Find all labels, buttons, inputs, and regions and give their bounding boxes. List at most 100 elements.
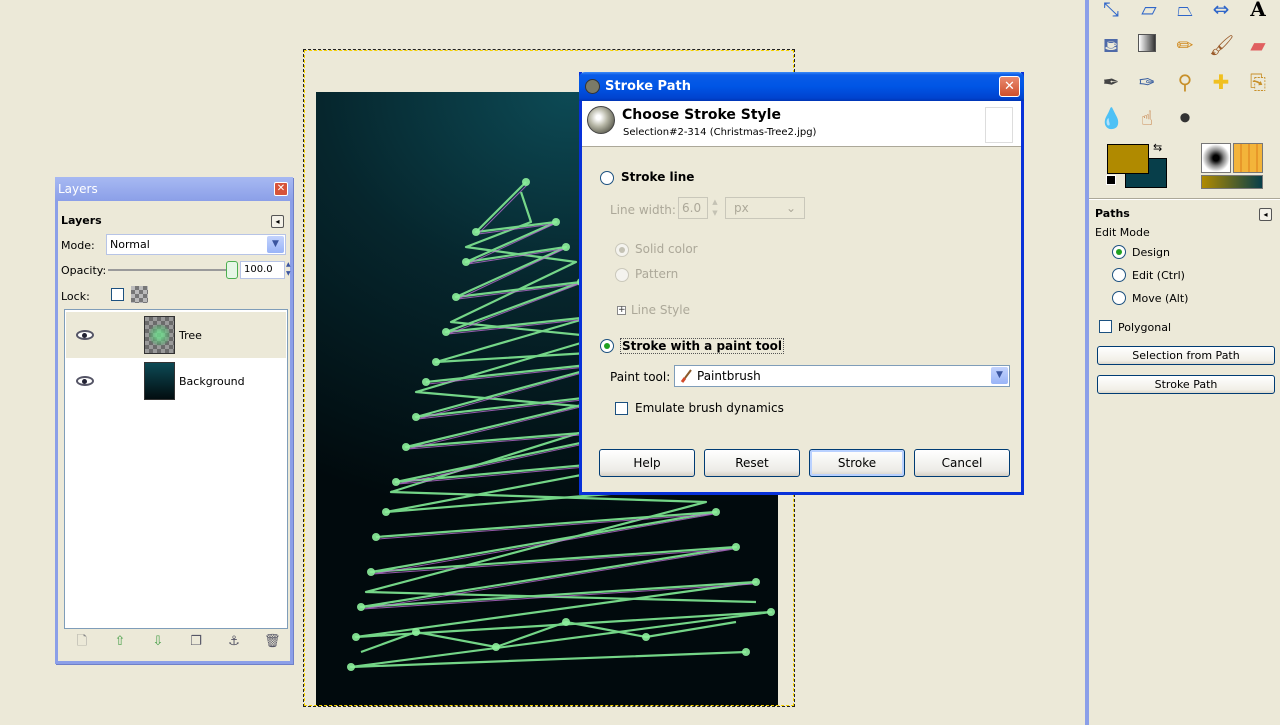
- paint-tool-label: Paint tool:: [610, 370, 671, 384]
- pattern-radio[interactable]: [615, 268, 629, 282]
- stroke-paint-tool-label: Stroke with a paint tool: [620, 338, 785, 354]
- layers-button-bar: 🗋 ⇧ ⇩ ❐ ⚓ 🗑: [68, 634, 288, 654]
- stroke-style-icon: [587, 106, 615, 134]
- paint-tool-select[interactable]: Paintbrush ▼: [674, 365, 1010, 387]
- perspective-clone-icon[interactable]: ⎘: [1246, 70, 1270, 94]
- pattern-preview[interactable]: [1233, 143, 1263, 173]
- blur-tool-icon[interactable]: 💧: [1099, 106, 1124, 130]
- blend-tool-icon[interactable]: [1135, 33, 1159, 57]
- eye-icon[interactable]: [76, 376, 94, 386]
- lock-alpha-checkbox[interactable]: [131, 286, 148, 303]
- paths-options-title: Paths: [1095, 207, 1130, 220]
- pattern-label: Pattern: [635, 267, 679, 281]
- airbrush-icon[interactable]: ✒: [1099, 70, 1123, 94]
- delete-layer-icon[interactable]: 🗑: [264, 634, 281, 650]
- lock-label: Lock:: [61, 290, 90, 303]
- spin-up-icon[interactable]: ▲: [286, 261, 293, 269]
- layers-close-button[interactable]: ✕: [274, 182, 288, 196]
- line-width-input[interactable]: 6.0: [678, 197, 708, 219]
- stroke-paint-tool-radio[interactable]: [600, 339, 614, 353]
- dialog-title: Stroke Path: [605, 79, 691, 94]
- design-mode-radio[interactable]: [1112, 245, 1126, 259]
- mode-select[interactable]: Normal ▼: [106, 234, 286, 255]
- gradient-preview[interactable]: [1201, 175, 1263, 189]
- stroke-path-button[interactable]: Stroke Path: [1097, 375, 1275, 394]
- gimp-icon: [585, 79, 600, 94]
- opacity-label: Opacity:: [61, 264, 107, 277]
- default-colors-icon[interactable]: [1106, 175, 1118, 187]
- raise-layer-icon[interactable]: ⇧: [112, 634, 128, 650]
- unit-value: px: [734, 201, 749, 215]
- design-mode-label: Design: [1132, 246, 1170, 259]
- perspective-tool-icon[interactable]: ⏢: [1173, 0, 1197, 21]
- spin-down-icon[interactable]: ▼: [286, 270, 293, 278]
- eye-icon[interactable]: [76, 330, 94, 340]
- duplicate-layer-icon[interactable]: ❐: [188, 634, 204, 650]
- lower-layer-icon[interactable]: ⇩: [150, 634, 166, 650]
- opacity-slider-handle[interactable]: [226, 261, 238, 279]
- chevron-down-icon[interactable]: ⌄: [786, 198, 796, 218]
- lock-pixels-checkbox[interactable]: [111, 288, 124, 301]
- expander-plus-icon[interactable]: +: [617, 306, 626, 315]
- layers-titlebar[interactable]: Layers ✕: [55, 177, 293, 201]
- edit-mode-radio[interactable]: [1112, 268, 1126, 282]
- solid-color-label: Solid color: [635, 242, 698, 256]
- polygonal-checkbox[interactable]: [1099, 320, 1112, 333]
- chevron-down-icon[interactable]: ▼: [267, 236, 284, 253]
- layers-menu-icon[interactable]: ◂: [271, 215, 284, 228]
- stroke-line-radio[interactable]: [600, 171, 614, 185]
- layer-row-background[interactable]: Background: [66, 358, 286, 404]
- scale-tool-icon[interactable]: ⤡: [1099, 0, 1123, 21]
- header-divider: [582, 146, 1021, 147]
- heal-tool-icon[interactable]: ✚: [1209, 70, 1233, 94]
- swap-colors-icon[interactable]: ⇆: [1153, 141, 1162, 154]
- move-mode-label: Move (Alt): [1132, 292, 1189, 305]
- clone-tool-icon[interactable]: ⚲: [1173, 70, 1197, 94]
- opacity-input[interactable]: 100.0: [240, 261, 285, 279]
- stroke-path-dialog: Stroke Path ✕ Choose Stroke Style Select…: [579, 72, 1024, 495]
- eraser-icon[interactable]: ▰: [1246, 33, 1270, 57]
- cancel-button[interactable]: Cancel: [914, 449, 1010, 477]
- brush-preview[interactable]: [1201, 143, 1231, 173]
- solid-color-radio[interactable]: [615, 243, 629, 257]
- foreground-color-swatch[interactable]: [1107, 144, 1149, 174]
- anchor-layer-icon[interactable]: ⚓: [226, 634, 242, 650]
- emulate-dynamics-checkbox[interactable]: [615, 402, 628, 415]
- opacity-slider[interactable]: [108, 269, 232, 271]
- layer-name: Tree: [179, 329, 202, 342]
- edit-mode-option-label: Edit (Ctrl): [1132, 269, 1185, 282]
- tool-options-menu-icon[interactable]: ◂: [1259, 208, 1272, 221]
- help-button[interactable]: Help: [599, 449, 695, 477]
- shear-tool-icon[interactable]: ▱: [1137, 0, 1161, 21]
- layers-tab-title: Layers: [61, 214, 102, 227]
- pencil-icon[interactable]: ✏: [1173, 33, 1197, 57]
- ink-tool-icon[interactable]: ✑: [1135, 70, 1159, 94]
- layers-dialog: Layers ✕ Layers ◂ Mode: Normal ▼ Opacity…: [55, 177, 293, 664]
- selection-from-path-button[interactable]: Selection from Path: [1097, 346, 1275, 365]
- layer-row-tree[interactable]: Tree: [66, 312, 286, 358]
- unit-select[interactable]: px ⌄: [725, 197, 805, 219]
- dialog-subheading: Selection#2-314 (Christmas-Tree2.jpg): [623, 127, 817, 138]
- dodge-burn-icon[interactable]: ⚫: [1173, 106, 1197, 130]
- new-layer-icon[interactable]: 🗋: [74, 634, 90, 650]
- layer-list: Tree Background: [64, 309, 288, 629]
- paintbrush-icon: [680, 369, 692, 383]
- stroke-button[interactable]: Stroke: [809, 449, 905, 477]
- close-button[interactable]: ✕: [999, 76, 1020, 97]
- paint-tool-value: Paintbrush: [697, 369, 761, 383]
- line-style-expander-label[interactable]: Line Style: [631, 303, 690, 317]
- paintbrush-icon[interactable]: 🖌: [1209, 33, 1234, 57]
- reset-button[interactable]: Reset: [704, 449, 800, 477]
- dialog-button-row: Help Reset Stroke Cancel: [599, 449, 1011, 477]
- dialog-titlebar[interactable]: Stroke Path ✕: [579, 72, 1024, 101]
- flip-tool-icon[interactable]: ⇔: [1209, 0, 1233, 21]
- smudge-tool-icon[interactable]: ☝: [1135, 106, 1159, 130]
- chevron-down-icon[interactable]: ▼: [991, 367, 1008, 384]
- toolbox: ⤡ ▱ ⏢ ⇔ A ⛾ ✏ 🖌 ▰ ✒ ✑ ⚲ ✚ ⎘ 💧 ☝ ⚫ ⇆ Path…: [1085, 0, 1280, 725]
- move-mode-radio[interactable]: [1112, 291, 1126, 305]
- text-tool-icon[interactable]: A: [1246, 0, 1270, 21]
- line-width-spinner[interactable]: ▲ ▼: [710, 197, 720, 219]
- layer-thumbnail-background: [144, 362, 175, 400]
- layers-window-title: Layers: [58, 182, 98, 196]
- bucket-fill-icon[interactable]: ⛾: [1099, 33, 1123, 57]
